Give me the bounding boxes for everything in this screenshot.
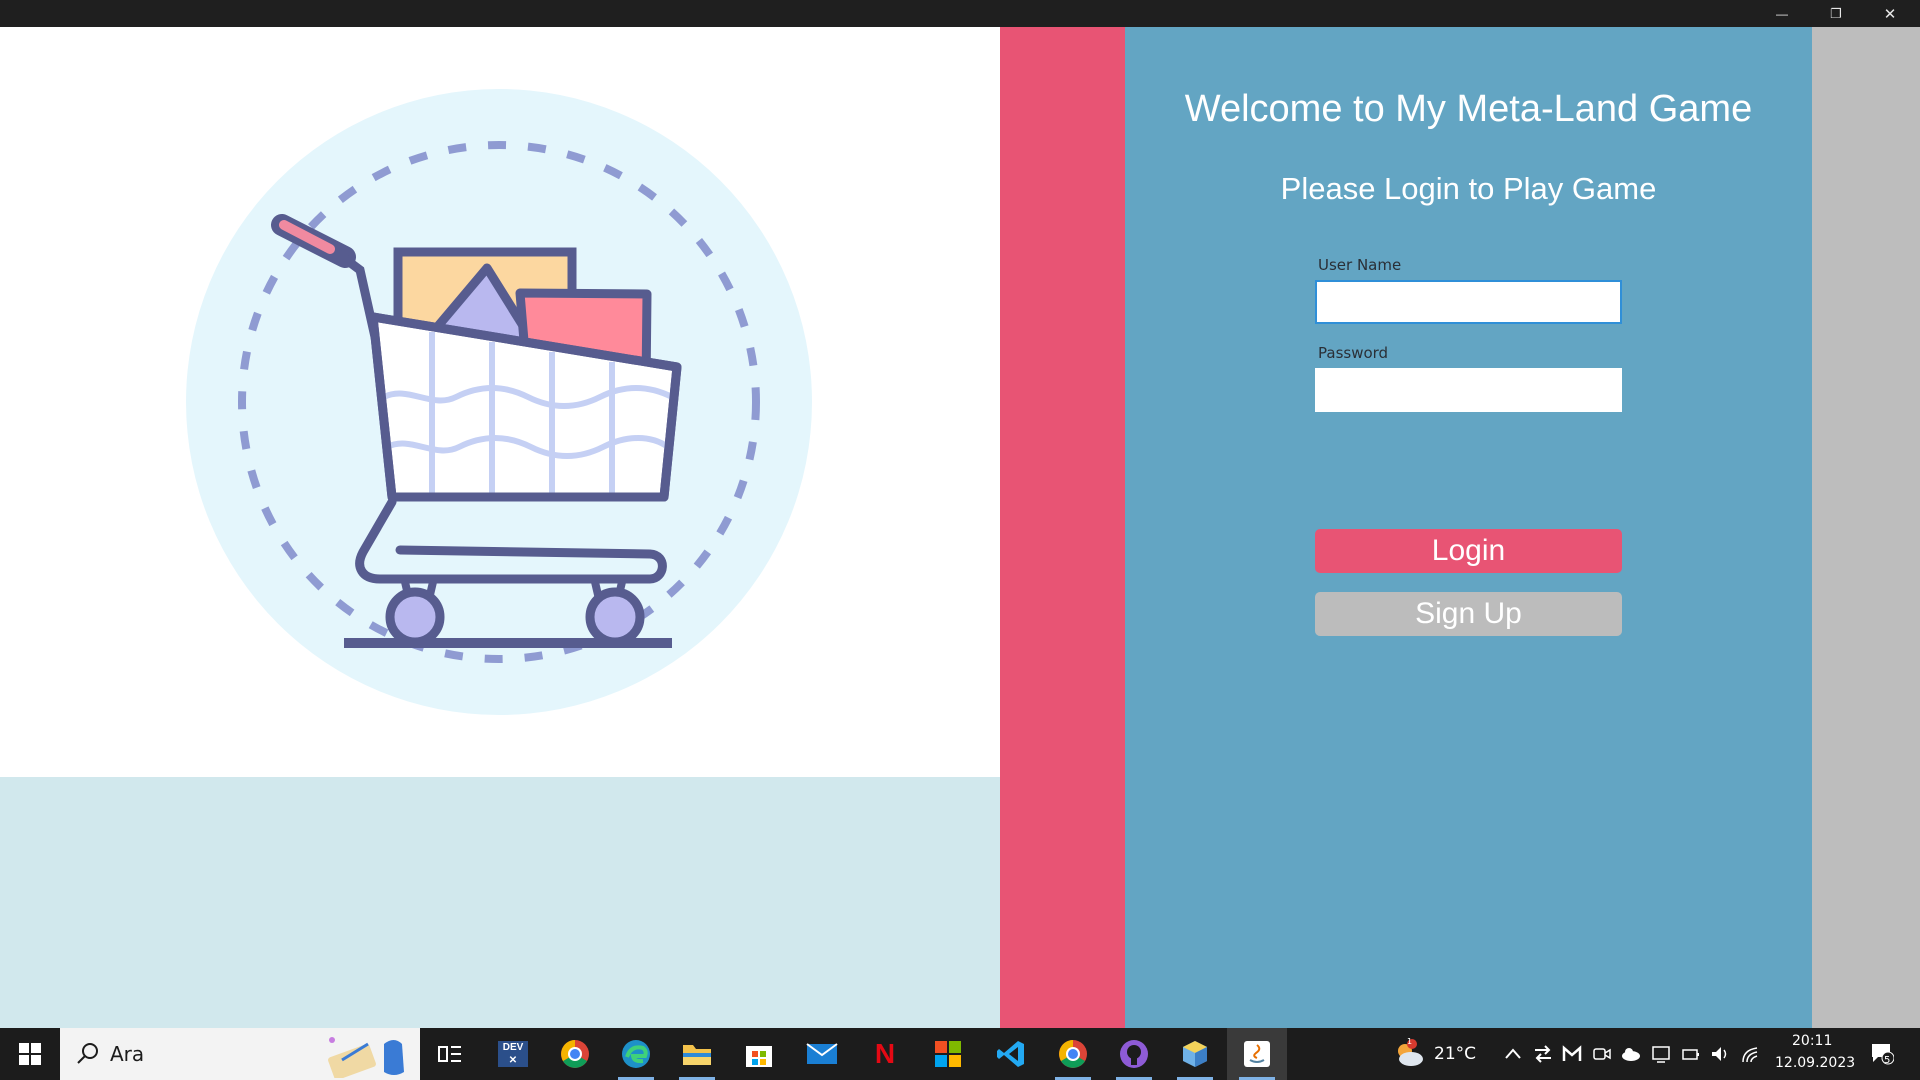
restore-icon: ❐ bbox=[1830, 5, 1842, 21]
microsoft-store-icon bbox=[746, 1046, 772, 1067]
onedrive-icon[interactable] bbox=[1621, 1044, 1641, 1064]
battery-icon[interactable] bbox=[1680, 1044, 1700, 1064]
minimize-button[interactable]: — bbox=[1755, 0, 1809, 27]
mail-icon bbox=[806, 1043, 838, 1064]
taskbar-vscode[interactable] bbox=[981, 1028, 1041, 1080]
taskbar-java[interactable] bbox=[1227, 1028, 1287, 1080]
illustration-pane bbox=[0, 27, 1000, 777]
taskbar-microsoft-store[interactable] bbox=[729, 1028, 789, 1080]
vscode-icon bbox=[997, 1041, 1024, 1067]
display-icon[interactable] bbox=[1651, 1044, 1671, 1064]
username-input[interactable] bbox=[1315, 280, 1622, 324]
clock-date[interactable]: 12.09.2023 bbox=[1775, 1055, 1855, 1071]
java-icon bbox=[1244, 1041, 1270, 1067]
netflix-icon: N bbox=[874, 1038, 896, 1069]
chrome-icon bbox=[561, 1040, 589, 1068]
windows-icon bbox=[19, 1043, 41, 1065]
taskbar-netflix[interactable]: N bbox=[855, 1028, 915, 1080]
task-view-icon bbox=[438, 1046, 461, 1062]
notification-center-icon[interactable] bbox=[1870, 1041, 1894, 1065]
signup-button[interactable]: Sign Up bbox=[1315, 592, 1622, 636]
volume-icon[interactable] bbox=[1710, 1044, 1730, 1064]
virtualbox-icon bbox=[1183, 1041, 1207, 1067]
accent-strip bbox=[1000, 27, 1125, 1028]
search-icon bbox=[77, 1043, 98, 1064]
taskbar-virtualbox[interactable] bbox=[1165, 1028, 1225, 1080]
weather-temperature[interactable]: 21°C bbox=[1434, 1044, 1476, 1064]
weather-badge: 1 bbox=[1407, 1037, 1413, 1046]
taskbar-chrome[interactable] bbox=[545, 1028, 605, 1080]
taskbar-devexpress[interactable]: DEV ✕ bbox=[483, 1028, 543, 1080]
login-subtitle: Please Login to Play Game bbox=[1280, 171, 1657, 206]
meet-icon[interactable] bbox=[1592, 1044, 1612, 1064]
login-button[interactable]: Login bbox=[1315, 529, 1622, 573]
search-placeholder: Ara bbox=[110, 1042, 145, 1066]
github-desktop-icon bbox=[1120, 1040, 1148, 1068]
devexpress-icon-label: DEV bbox=[502, 1042, 524, 1053]
taskbar-file-explorer[interactable] bbox=[667, 1028, 727, 1080]
chrome-icon bbox=[1059, 1040, 1087, 1068]
taskbar-chrome-2[interactable] bbox=[1043, 1028, 1103, 1080]
password-label: Password bbox=[1318, 344, 1389, 362]
transfer-icon[interactable] bbox=[1533, 1044, 1553, 1064]
taskbar-task-view[interactable] bbox=[420, 1028, 480, 1080]
minimize-icon: — bbox=[1776, 6, 1788, 21]
taskbar-edge[interactable] bbox=[606, 1028, 666, 1080]
username-label: User Name bbox=[1318, 256, 1402, 274]
clock-time[interactable]: 20:11 bbox=[1792, 1033, 1832, 1049]
illustration-footer bbox=[0, 777, 1000, 1028]
close-icon: ✕ bbox=[1883, 5, 1897, 23]
window-title-bar: — ❐ ✕ bbox=[0, 0, 1920, 27]
file-explorer-icon bbox=[683, 1045, 711, 1065]
wifi-icon[interactable] bbox=[1740, 1044, 1760, 1064]
office-icon bbox=[935, 1041, 961, 1067]
show-hidden-icons-icon[interactable] bbox=[1503, 1044, 1523, 1064]
devexpress-icon: DEV ✕ bbox=[498, 1041, 528, 1067]
shopping-cart-icon bbox=[186, 89, 812, 715]
right-margin-pane bbox=[1812, 27, 1920, 1028]
taskbar-mail[interactable] bbox=[792, 1028, 852, 1080]
gmail-tray-icon[interactable] bbox=[1562, 1044, 1582, 1064]
welcome-title: Welcome to My Meta-Land Game bbox=[1184, 88, 1753, 130]
password-input[interactable] bbox=[1315, 368, 1622, 412]
taskbar-office[interactable] bbox=[918, 1028, 978, 1080]
search-highlight-icon bbox=[328, 1037, 404, 1078]
notification-count: 5 bbox=[1884, 1055, 1891, 1066]
close-button[interactable]: ✕ bbox=[1863, 0, 1917, 27]
taskbar: Ara DEV ✕ N 1 21°C 20:11 12.09.2023 5 bbox=[0, 1028, 1920, 1080]
restore-button[interactable]: ❐ bbox=[1809, 0, 1863, 27]
edge-icon bbox=[622, 1040, 650, 1068]
taskbar-github-desktop[interactable] bbox=[1104, 1028, 1164, 1080]
taskbar-search-box[interactable]: Ara bbox=[60, 1028, 420, 1080]
start-button[interactable] bbox=[0, 1028, 60, 1080]
